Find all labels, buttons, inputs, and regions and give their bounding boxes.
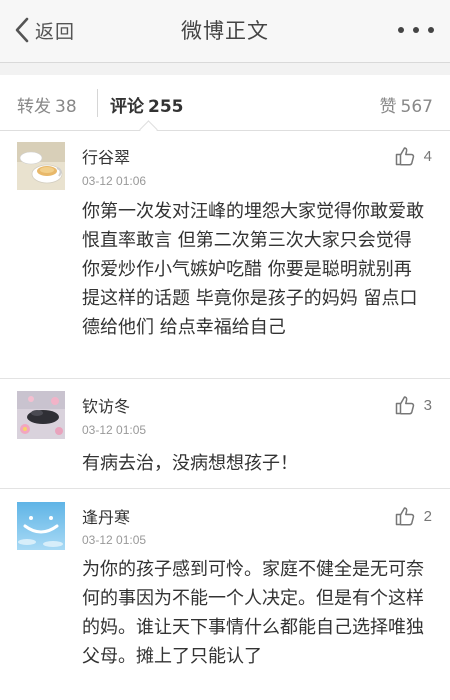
top-nav-bar: 返回 微博正文	[0, 0, 450, 63]
like-count: 3	[423, 396, 432, 414]
comment-text: 你第一次发对汪峰的埋怨大家觉得你敢爱敢恨直率敢言 但第二次第三次大家只会觉得你爱…	[82, 201, 424, 338]
more-options-button[interactable]	[398, 20, 434, 40]
comment-author[interactable]: 行谷翠	[82, 144, 130, 168]
comment-text: 为你的孩子感到可怜。家庭不健全是无可奈何的事因为不能一个人决定。但是有个这样的妈…	[82, 559, 424, 667]
tab-comments-label: 评论	[110, 97, 144, 117]
comment-text: 有病去治，没病想想孩子！	[82, 453, 298, 474]
comment-time: 03-12 01:06	[82, 174, 147, 188]
like-count: 2	[423, 507, 432, 525]
tab-divider	[97, 89, 98, 117]
thumbs-up-icon	[395, 396, 414, 415]
interaction-tab-bar: 转发 38 评论 255 赞 567	[0, 75, 450, 139]
tab-likes[interactable]: 赞 567	[380, 92, 433, 117]
comment-time: 03-12 01:05	[82, 423, 147, 437]
comment-item: 逢丹寒 03-12 01:05 2 为你的孩子感到可怜。家庭不健全是无可奈何的事…	[0, 489, 450, 700]
tab-comments[interactable]: 评论 255	[110, 92, 184, 117]
comment-time: 03-12 01:05	[82, 533, 147, 547]
avatar-image	[17, 142, 65, 190]
page-title: 微博正文	[181, 19, 269, 43]
comment-author[interactable]: 逢丹寒	[82, 504, 130, 528]
avatar[interactable]	[17, 391, 65, 439]
thumbs-up-icon	[395, 147, 414, 166]
tab-reposts[interactable]: 转发 38	[17, 92, 77, 117]
more-dots-icon	[428, 27, 434, 33]
avatar[interactable]	[17, 142, 65, 190]
more-dots-icon	[413, 27, 419, 33]
like-count: 4	[423, 147, 432, 165]
avatar-image	[17, 502, 65, 550]
like-button[interactable]: 3	[394, 394, 432, 416]
tab-reposts-label: 转发	[17, 97, 51, 117]
tab-likes-label: 赞	[379, 97, 397, 117]
tab-comments-count: 255	[148, 97, 184, 117]
thumbs-up-icon	[395, 507, 414, 526]
tab-likes-count: 567	[400, 97, 433, 117]
comment-item: 钦访冬 03-12 01:05 3 有病去治，没病想想孩子！	[0, 379, 450, 489]
tab-reposts-count: 38	[55, 97, 77, 117]
comment-item: 行谷翠 03-12 01:06 4 你第一次发对汪峰的埋怨大家觉得你敢爱敢恨直率…	[0, 131, 450, 379]
like-button[interactable]: 2	[394, 505, 432, 527]
comment-author[interactable]: 钦访冬	[82, 393, 130, 417]
avatar[interactable]	[17, 502, 65, 550]
section-separator	[0, 63, 450, 75]
avatar-image	[17, 391, 65, 439]
like-button[interactable]: 4	[394, 145, 432, 167]
more-dots-icon	[398, 27, 404, 33]
